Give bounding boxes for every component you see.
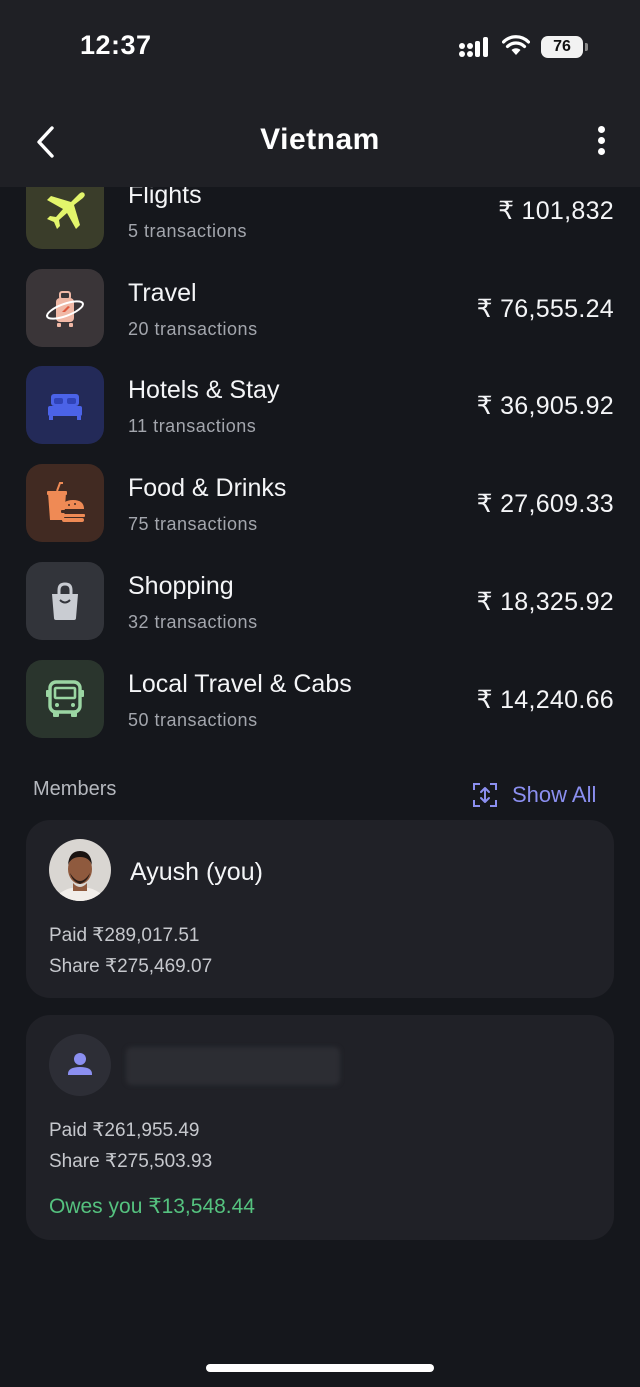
category-name: Shopping [128, 571, 234, 600]
member-card[interactable]: Paid ₹261,955.49 Share ₹275,503.93 Owes … [26, 1015, 614, 1240]
more-options-button[interactable] [588, 124, 614, 160]
category-amount: ₹ 18,325.92 [476, 587, 614, 616]
category-amount: ₹ 101,832 [498, 197, 614, 225]
category-amount: ₹ 36,905.92 [476, 392, 614, 421]
wifi-icon [502, 35, 530, 55]
cellular-signal-icon [459, 37, 488, 57]
category-row[interactable]: Shopping 32 transactions ₹ 18,325.92 [0, 561, 640, 652]
category-row[interactable]: Food & Drinks 75 transactions ₹ 27,609.3… [0, 464, 640, 554]
status-time: 12:37 [80, 30, 152, 60]
member-name-redacted [126, 1047, 340, 1085]
expand-icon [473, 783, 497, 807]
shopping-bag-icon [26, 561, 104, 640]
show-all-label: Show All [512, 782, 597, 807]
show-all-button[interactable]: Show All [472, 782, 596, 808]
transaction-count: 5 transactions [128, 221, 248, 241]
burger-drink-icon [26, 464, 104, 543]
transaction-count: 50 transactions [128, 709, 258, 730]
person-icon [68, 1053, 92, 1075]
avatar [49, 839, 111, 901]
category-row[interactable]: Hotels & Stay 11 transactions ₹ 36,905.9… [0, 366, 640, 456]
more-options-icon [597, 126, 605, 133]
member-owes-status: Owes you ₹13,548.44 [49, 1195, 255, 1218]
category-row[interactable]: Local Travel & Cabs 50 transactions ₹ 14… [0, 659, 640, 750]
category-amount: ₹ 27,609.33 [476, 490, 614, 519]
category-amount: ₹ 76,555.24 [476, 294, 614, 323]
members-heading: Members [33, 778, 117, 800]
transaction-count: 75 transactions [128, 514, 258, 535]
member-name: Ayush (you) [130, 858, 263, 886]
bus-icon [26, 659, 104, 738]
member-card[interactable]: Ayush (you) Paid ₹289,017.51 Share ₹275,… [26, 820, 614, 998]
transaction-count: 20 transactions [128, 318, 258, 339]
member-paid: Paid ₹261,955.49 [49, 1120, 200, 1141]
avatar [49, 1034, 111, 1096]
category-row[interactable]: Travel 20 transactions ₹ 76,555.24 [0, 268, 640, 359]
category-amount: ₹ 14,240.66 [476, 685, 614, 714]
page-title: Vietnam [260, 123, 380, 156]
battery-nub [585, 43, 588, 51]
category-name: Hotels & Stay [128, 376, 280, 405]
transaction-count: 32 transactions [128, 611, 258, 632]
luggage-icon [26, 268, 104, 347]
top-bar: 12:37 76 Vietnam [0, 0, 640, 187]
battery-indicator: 76 [541, 36, 583, 58]
home-indicator [206, 1364, 434, 1372]
transaction-count: 11 transactions [128, 416, 257, 437]
category-name: Travel [128, 278, 197, 307]
member-share: Share ₹275,503.93 [49, 1151, 213, 1172]
bed-icon [26, 366, 104, 445]
category-name: Food & Drinks [128, 474, 287, 503]
member-paid: Paid ₹289,017.51 [49, 925, 200, 946]
member-share: Share ₹275,469.07 [49, 956, 213, 977]
category-name: Local Travel & Cabs [128, 669, 352, 698]
